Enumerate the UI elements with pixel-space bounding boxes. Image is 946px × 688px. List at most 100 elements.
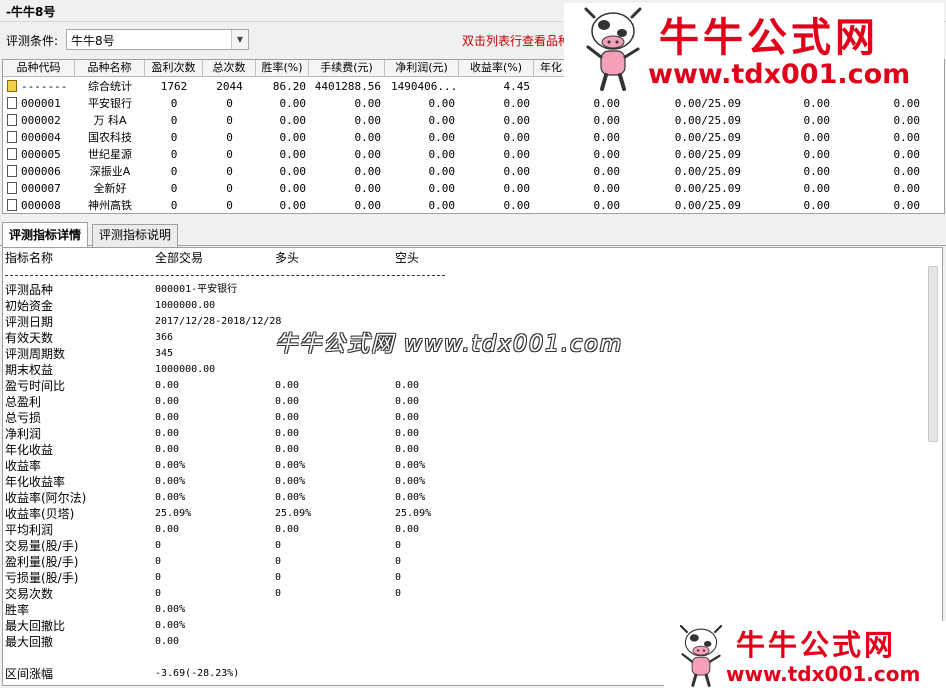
brand-logo-top: 牛牛公式网 www.tdx001.com [564, 3, 944, 93]
cell-total: 0 [226, 148, 233, 161]
cell-c11: 0.00 [803, 199, 831, 212]
cell-total: 0 [226, 114, 233, 127]
document-icon [7, 148, 17, 160]
col-header-fee[interactable]: 手续费(元) [309, 60, 385, 77]
cell-wins: 0 [170, 131, 178, 144]
metric-label: 收益率(阿尔法) [5, 491, 87, 505]
metric-value-long: 0.00 [275, 396, 300, 407]
cell-c12: 0.00 [893, 148, 921, 161]
chevron-down-icon[interactable]: ▼ [231, 30, 248, 49]
cell-c10: 0.00/25.09 [674, 199, 741, 212]
col-header-total[interactable]: 总次数 [203, 60, 256, 77]
detail-scrollbar[interactable] [928, 266, 938, 442]
cell-profit: 0.00 [428, 199, 456, 212]
table-row[interactable]: 000005 世纪星源 0 0 0.00 0.00 0.00 0.00 0.00 0.00/25.… [3, 146, 944, 163]
col-header-name[interactable]: 品种名称 [75, 60, 145, 77]
summary-winrate: 86.20 [272, 80, 306, 93]
document-icon [7, 165, 17, 177]
cell-wins: 0 [170, 199, 178, 212]
detail-header-all: 全部交易 [155, 251, 204, 265]
table-row[interactable]: 000001 平安银行 0 0 0.00 0.00 0.00 0.00 0.00 0.00/25.… [3, 95, 944, 112]
cell-profit: 0.00 [428, 97, 456, 110]
metric-value-all: 0.00 [155, 524, 180, 535]
cell-c9: 0.00 [593, 199, 621, 212]
condition-label: 评测条件: [6, 34, 59, 48]
cell-fee: 0.00 [354, 182, 382, 195]
col-header-winrate[interactable]: 胜率(%) [256, 60, 309, 77]
cell-fee: 0.00 [354, 148, 382, 161]
table-row[interactable]: 000004 国农科技 0 0 0.00 0.00 0.00 0.00 0.00 0.00/25.… [3, 129, 944, 146]
cell-name: 国农科技 [88, 131, 132, 144]
metric-value: 366 [155, 332, 174, 343]
metric-value-all: 0 [155, 540, 162, 551]
cell-total: 0 [226, 165, 233, 178]
cell-fee: 0.00 [354, 97, 382, 110]
col-header-return[interactable]: 收益率(%) [459, 60, 534, 77]
detail-header-short: 空头 [395, 251, 420, 265]
table-row[interactable]: 000006 深振业A 0 0 0.00 0.00 0.00 0.00 0.00 0.00/25.… [3, 163, 944, 180]
cell-wins: 0 [170, 165, 178, 178]
metric-value-short: 0 [395, 572, 402, 583]
watermark: 牛牛公式网 www.tdx001.com [275, 332, 624, 357]
brand-name-top: 牛牛公式网 [659, 14, 879, 61]
tab-bar: 评测指标详情 评测指标说明 [0, 222, 946, 247]
cell-profit: 0.00 [428, 148, 456, 161]
table-row[interactable]: 000007 全新好 0 0 0.00 0.00 0.00 0.00 0.00 0.00/25.0… [3, 180, 944, 197]
metric-label: 净利润 [5, 427, 42, 441]
cell-c9: 0.00 [593, 97, 621, 110]
cell-c12: 0.00 [893, 97, 921, 110]
metric-value-short: 0.00% [395, 492, 426, 503]
table-row[interactable]: 000002 万 科A 0 0 0.00 0.00 0.00 0.00 0.00 0.00/25.… [3, 112, 944, 129]
metric-value-all: 0 [155, 572, 162, 583]
metric-label: 盈亏时间比 [5, 379, 66, 393]
metric-label: 交易次数 [5, 587, 54, 601]
cell-c9: 0.00 [593, 131, 621, 144]
metric-label: 总亏损 [5, 411, 42, 425]
cow-mascot-icon [679, 624, 723, 687]
metric-value-long: 0 [275, 540, 282, 551]
cell-winrate: 0.00 [279, 114, 307, 127]
metric-label: 收益率 [5, 459, 42, 473]
cell-c10: 0.00/25.09 [674, 182, 741, 195]
metric-label: 亏损量(股/手) [5, 571, 79, 585]
metric-label: 平均利润 [5, 523, 54, 537]
detail-header-long: 多头 [275, 251, 300, 265]
col-header-code[interactable]: 品种代码 [3, 60, 75, 77]
brand-url-bottom: www.tdx001.com [726, 662, 921, 686]
metric-value-short: 0.00 [395, 380, 420, 391]
metric-value: 1000000.00 [155, 364, 216, 375]
cell-winrate: 0.00 [279, 97, 307, 110]
metric-label: 初始资金 [5, 299, 54, 313]
cell-winrate: 0.00 [279, 199, 307, 212]
col-header-wins[interactable]: 盈利次数 [145, 60, 203, 77]
summary-profit: 1490406... [391, 80, 458, 93]
cell-total: 0 [226, 182, 233, 195]
metric-value-short: 0 [395, 556, 402, 567]
metric-value-all: 0.00% [155, 620, 186, 631]
document-icon [7, 199, 17, 211]
metric-value-short: 0.00% [395, 460, 426, 471]
summary-total: 2044 [216, 80, 243, 93]
cell-c12: 0.00 [893, 114, 921, 127]
metric-value-short: 0 [395, 540, 402, 551]
cell-return: 0.00 [503, 165, 531, 178]
cell-c10: 0.00/25.09 [674, 148, 741, 161]
metric-value-all: 0.00 [155, 412, 180, 423]
cell-return: 0.00 [503, 199, 531, 212]
metric-value-long: 0.00 [275, 524, 300, 535]
metric-value-long: 25.09% [275, 508, 312, 519]
cell-code: 000001 [7, 95, 75, 112]
table-row[interactable]: 000008 神州高铁 0 0 0.00 0.00 0.00 0.00 0.00 0.00/25.… [3, 197, 944, 213]
tab-detail[interactable]: 评测指标详情 [2, 222, 89, 247]
metric-label: 期末权益 [5, 363, 54, 377]
cell-c9: 0.00 [593, 114, 621, 127]
condition-value: 牛牛8号 [71, 34, 115, 48]
range-value: -3.69(-28.23%) [155, 668, 240, 679]
metric-value-all: 25.09% [155, 508, 192, 519]
condition-select[interactable]: 牛牛8号 ▼ [66, 29, 249, 50]
metric-value-all: 0.00 [155, 380, 180, 391]
metric-label: 交易量(股/手) [5, 539, 79, 553]
col-header-profit[interactable]: 净利润(元) [385, 60, 459, 77]
tab-explanation[interactable]: 评测指标说明 [92, 224, 179, 247]
metric-label: 有效天数 [5, 331, 54, 345]
